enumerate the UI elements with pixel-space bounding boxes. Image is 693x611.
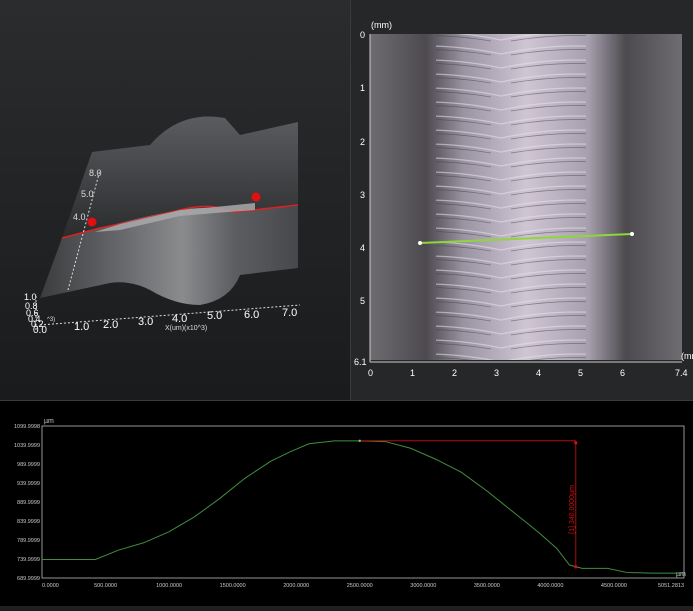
2d-image-canvas[interactable]: (mm) (mm) 0 1 2 3 4 5 6.1 0 1 2 3 4 5 6 … — [351, 0, 693, 400]
x-tick-label: 1000.0000 — [156, 583, 182, 589]
x-tick-label: 5051.2813 — [658, 583, 684, 589]
x-tick-label: 7.0 — [282, 307, 297, 319]
y-tick-label: 789.9999 — [17, 538, 40, 544]
x-tick-label: 4 — [536, 368, 541, 378]
x-tick-label: 500.0000 — [94, 583, 117, 589]
y-unit-label: µm — [44, 418, 54, 425]
x-tick-label: 4.0 — [172, 313, 187, 325]
y-tick-label: 4 — [360, 243, 365, 253]
x-tick-label: 2000.0000 — [283, 583, 309, 589]
x-tick-label: 2.0 — [103, 319, 118, 331]
measurement-handle-right[interactable] — [630, 232, 634, 236]
y-tick-label: 1039.9999 — [14, 443, 40, 449]
y-tick-label: 839.9999 — [17, 519, 40, 525]
3d-surface-view[interactable]: 4.0 5.0 8.0 1.0 2.0 3.0 4.0 5.0 6.0 7.0 … — [0, 0, 350, 400]
plot-frame — [41, 425, 685, 579]
y-tick-label: 739.9999 — [17, 557, 40, 563]
x-tick-label: 5.0 — [207, 310, 222, 322]
measure-marker-left[interactable] — [87, 217, 97, 227]
weld-ripples — [436, 34, 586, 360]
x-tick-label: 1.0 — [74, 321, 89, 333]
y-tick-label: 939.9999 — [17, 481, 40, 487]
measure-handle-top[interactable] — [574, 441, 578, 445]
measure-marker-right[interactable] — [251, 192, 261, 202]
y-unit-label: (mm) — [371, 20, 392, 30]
y-tick-label: 2 — [360, 137, 365, 147]
y-tick-label: 689.9999 — [17, 576, 40, 582]
x-unit-label: (mm) — [681, 351, 693, 361]
x-tick-label: 3 — [494, 368, 499, 378]
y-tick-label: 989.9999 — [17, 462, 40, 468]
x-tick-label: 1 — [410, 368, 415, 378]
y-tick-label: 5.0 — [81, 189, 94, 199]
z-tick-label: 0.0 — [33, 325, 47, 336]
y-tick-label: 1099.9998 — [14, 424, 40, 430]
y-tick-label: 0 — [360, 30, 365, 40]
profile-anchor-point[interactable] — [358, 439, 361, 443]
measure-handle-bottom[interactable] — [574, 565, 578, 569]
measurement-handle-left[interactable] — [418, 241, 422, 245]
y-tick-label: 6.1 — [354, 357, 367, 367]
measurement-label: [1] 340.0000µm — [569, 485, 576, 534]
y-tick-label: 8.0 — [89, 168, 102, 178]
x-tick-label: 3.0 — [138, 316, 153, 328]
x-tick-label: 4500.0000 — [601, 583, 627, 589]
x-tick-label: 2 — [452, 368, 457, 378]
profile-chart[interactable]: µm µm 1099.9998 1039.9999 989.9999 939.9999… — [0, 401, 693, 606]
x-unit-label: µm — [676, 571, 686, 578]
y-tick-label: 1 — [360, 83, 365, 93]
x-tick-label: 5 — [578, 368, 583, 378]
x-tick-label: 6 — [620, 368, 625, 378]
y-tick-label: 3 — [360, 190, 365, 200]
x-tick-label: 4000.0000 — [537, 583, 563, 589]
y-tick-label: 889.9999 — [17, 500, 40, 506]
x-tick-label: 1500.0000 — [220, 583, 246, 589]
x-tick-label: 0 — [368, 368, 373, 378]
x-tick-label: 6.0 — [244, 309, 259, 321]
profile-chart-panel[interactable]: µm µm 1099.9998 1039.9999 989.9999 939.9999… — [0, 401, 693, 606]
y-axis-exponent: ^3) — [47, 317, 55, 323]
y-tick-label: 4.0 — [73, 212, 86, 222]
x-axis-label: X(um)(x10^3) — [165, 325, 207, 332]
y-tick-label: 5 — [360, 296, 365, 306]
x-tick-label: 0.0000 — [42, 583, 59, 589]
x-tick-label: 3000.0000 — [410, 583, 436, 589]
2d-image-view[interactable]: (mm) (mm) 0 1 2 3 4 5 6.1 0 1 2 3 4 5 6 … — [351, 0, 693, 400]
3d-surface-canvas[interactable]: 4.0 5.0 8.0 1.0 2.0 3.0 4.0 5.0 6.0 7.0 … — [0, 0, 350, 400]
x-tick-label: 2500.0000 — [347, 583, 373, 589]
profile-series-line — [42, 440, 684, 574]
x-tick-label: 7.4 — [675, 368, 688, 378]
x-tick-label: 3500.0000 — [474, 583, 500, 589]
